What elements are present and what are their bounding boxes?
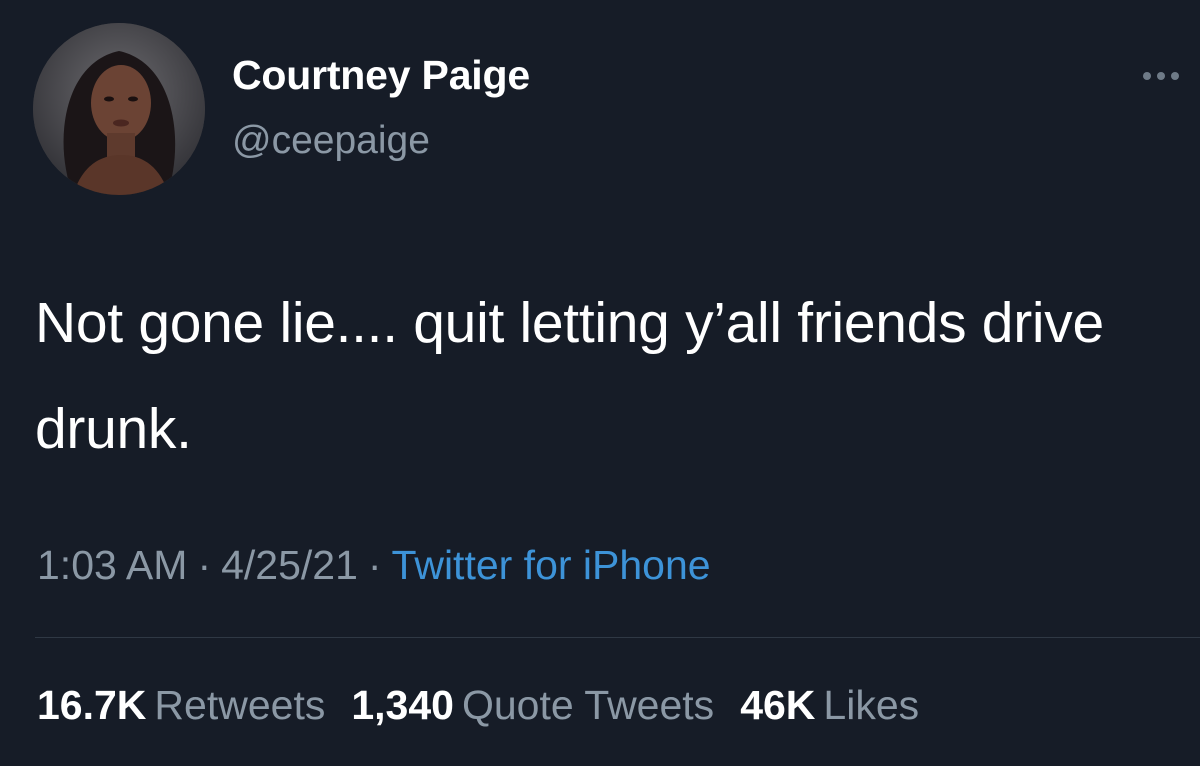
quote-tweets-stat[interactable]: 1,340 Quote Tweets	[351, 682, 714, 728]
tweet-date[interactable]: 4/25/21	[221, 542, 358, 588]
likes-label: Likes	[823, 682, 920, 728]
engagement-stats: 16.7K Retweets 1,340 Quote Tweets 46K Likes	[37, 682, 945, 729]
user-handle[interactable]: @ceepaige	[232, 119, 430, 163]
retweets-stat[interactable]: 16.7K Retweets	[37, 682, 325, 728]
display-name[interactable]: Courtney Paige	[232, 52, 530, 99]
quote-tweets-count: 1,340	[351, 682, 454, 728]
likes-count: 46K	[740, 682, 816, 728]
meta-separator: ·	[197, 542, 212, 588]
tweet-metadata: 1:03 AM · 4/25/21 · Twitter for iPhone	[37, 542, 711, 589]
avatar[interactable]	[33, 23, 205, 195]
quote-tweets-label: Quote Tweets	[461, 682, 715, 728]
meta-separator: ·	[367, 542, 382, 588]
more-horizontal-icon[interactable]	[1140, 66, 1182, 86]
tweet-time[interactable]: 1:03 AM	[37, 542, 187, 588]
profile-photo	[33, 23, 205, 195]
tweet-text: Not gone lie.... quit letting y’all frie…	[35, 291, 1104, 461]
retweets-label: Retweets	[154, 682, 326, 728]
likes-stat[interactable]: 46K Likes	[740, 682, 919, 728]
retweets-count: 16.7K	[37, 682, 147, 728]
divider	[35, 637, 1200, 638]
tweet-card: Courtney Paige @ceepaige Not gone lie...…	[0, 0, 1200, 766]
tweet-source-link[interactable]: Twitter for iPhone	[392, 542, 711, 588]
